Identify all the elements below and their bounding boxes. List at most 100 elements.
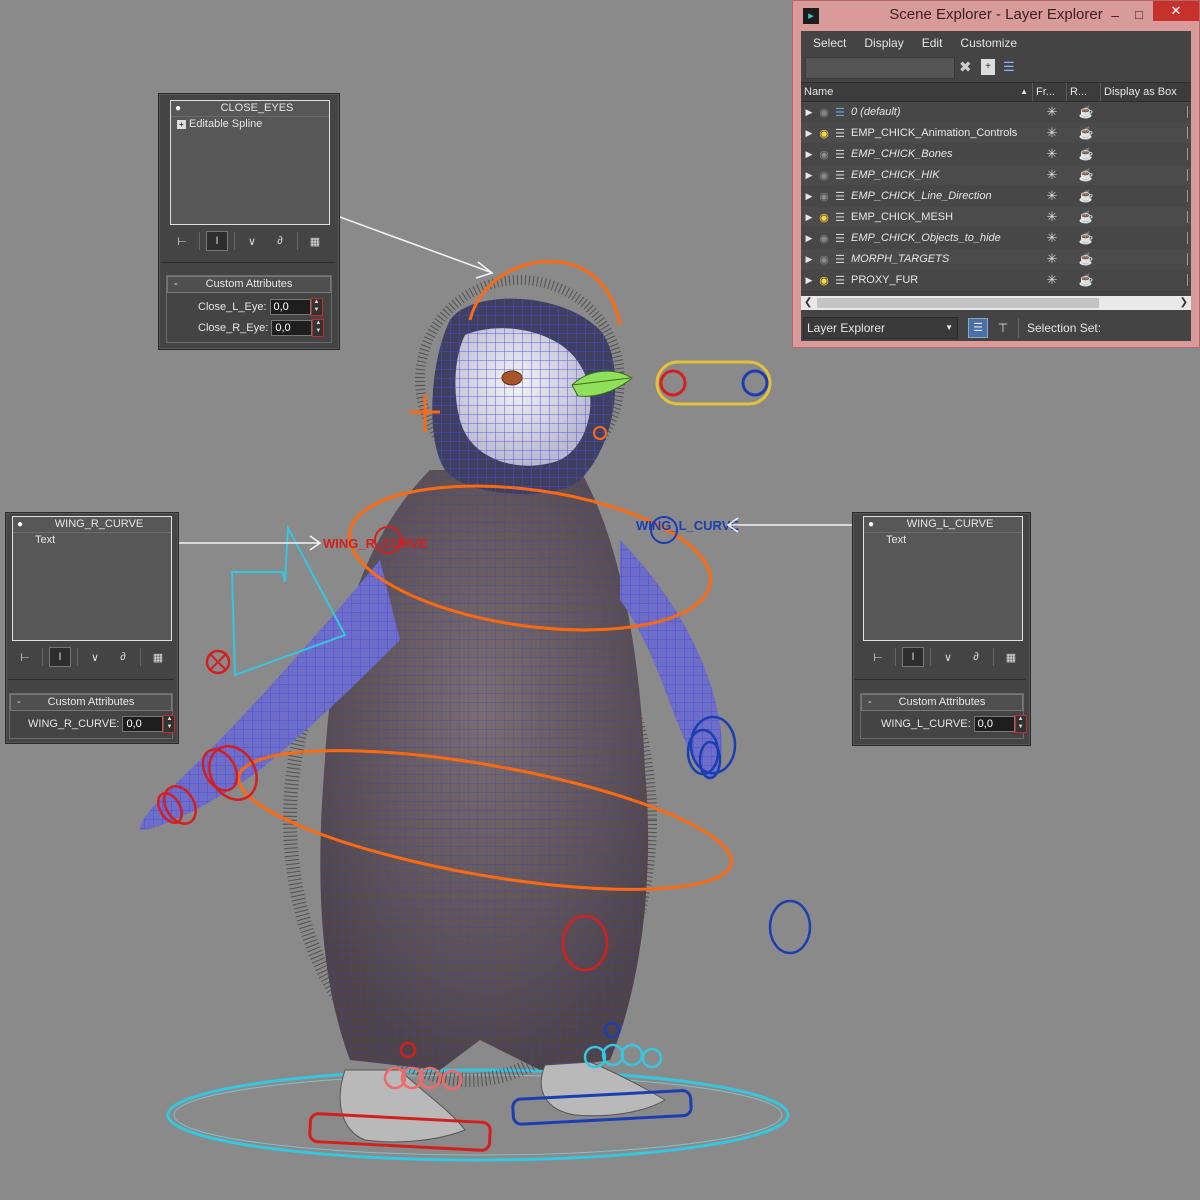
light-bulb-icon[interactable]: ◉: [817, 127, 831, 140]
display-as-box-checkbox[interactable]: [1181, 232, 1188, 244]
layers-edit-icon[interactable]: ☰: [1003, 59, 1015, 75]
modifier-stack-object-row[interactable]: ● WING_R_CURVE: [13, 517, 171, 533]
add-layer-icon[interactable]: +: [981, 59, 995, 75]
light-bulb-icon[interactable]: ◉: [817, 169, 831, 182]
make-unique-icon[interactable]: ∨: [84, 647, 106, 667]
modifier-stack-object-row[interactable]: ● CLOSE_EYES: [171, 101, 329, 117]
column-display-as-box[interactable]: Display as Box: [1101, 83, 1191, 101]
expand-arrow-icon[interactable]: ▶: [801, 128, 817, 139]
freeze-icon[interactable]: ✳: [1035, 104, 1069, 120]
expand-arrow-icon[interactable]: ▶: [801, 233, 817, 244]
column-render[interactable]: R...: [1067, 83, 1101, 101]
layer-row[interactable]: ▶ ◉ ☰ PROXY_FUR ✳ ☕: [801, 270, 1191, 291]
light-bulb-icon[interactable]: ◉: [817, 148, 831, 161]
display-as-box-checkbox[interactable]: [1181, 274, 1188, 286]
freeze-icon[interactable]: ✳: [1035, 230, 1069, 246]
knee-l-control[interactable]: [768, 899, 812, 955]
freeze-icon[interactable]: ✳: [1035, 251, 1069, 267]
clear-search-icon[interactable]: ✖: [959, 58, 972, 76]
freeze-icon[interactable]: ✳: [1035, 125, 1069, 141]
expand-arrow-icon[interactable]: ▶: [801, 254, 817, 265]
menu-display[interactable]: Display: [864, 36, 903, 50]
ik-target-control[interactable]: [205, 649, 231, 675]
horizontal-scrollbar[interactable]: ❮ ❯: [801, 296, 1191, 310]
wing-l-curve-spinner[interactable]: 0,0 ▲ ▼: [973, 715, 1027, 733]
rollout-header[interactable]: - Custom Attributes: [10, 694, 172, 711]
freeze-icon[interactable]: ✳: [1035, 272, 1069, 288]
scroll-left-icon[interactable]: ❮: [804, 296, 812, 310]
pin-stack-icon[interactable]: ⊢: [867, 647, 889, 667]
rollout-header[interactable]: - Custom Attributes: [861, 694, 1023, 711]
light-bulb-icon[interactable]: ◉: [817, 232, 831, 245]
menu-customize[interactable]: Customize: [960, 36, 1017, 50]
expand-arrow-icon[interactable]: ▶: [801, 107, 817, 118]
bulb-icon[interactable]: ●: [13, 517, 27, 532]
rollout-header[interactable]: - Custom Attributes: [167, 276, 331, 293]
render-teapot-icon[interactable]: ☕: [1069, 273, 1103, 287]
layer-row[interactable]: ▶ ◉ ☰ EMP_CHICK_Line_Direction ✳ ☕: [801, 186, 1191, 207]
remove-modifier-icon[interactable]: ∂: [965, 647, 987, 667]
close-l-eye-spinner[interactable]: 0,0 ▲ ▼: [269, 298, 323, 316]
make-unique-icon[interactable]: ∨: [241, 231, 263, 251]
menu-select[interactable]: Select: [813, 36, 846, 50]
menu-edit[interactable]: Edit: [922, 36, 943, 50]
render-teapot-icon[interactable]: ☕: [1069, 252, 1103, 266]
layer-row[interactable]: ▶ ◉ ☰ EMP_CHICK_Bones ✳ ☕: [801, 144, 1191, 165]
pin-stack-icon[interactable]: ⊢: [171, 231, 193, 251]
configure-modifier-sets-icon[interactable]: ▦: [304, 231, 326, 251]
modifier-stack[interactable]: ● CLOSE_EYES + Editable Spline: [170, 100, 330, 225]
layer-list[interactable]: ▶ ◉ ☰ 0 (default) ✳ ☕ ▶ ◉ ☰ EMP_CHICK_Animation_C…: [801, 102, 1191, 292]
light-bulb-icon[interactable]: ◉: [817, 106, 831, 119]
expand-arrow-icon[interactable]: ▶: [801, 212, 817, 223]
remove-modifier-icon[interactable]: ∂: [112, 647, 134, 667]
render-teapot-icon[interactable]: ☕: [1069, 105, 1103, 119]
display-as-box-checkbox[interactable]: [1181, 253, 1188, 265]
window-titlebar[interactable]: ▸ Scene Explorer - Layer Explorer – □ ✕: [793, 1, 1199, 31]
render-teapot-icon[interactable]: ☕: [1069, 147, 1103, 161]
pin-stack-icon[interactable]: ⊢: [14, 647, 36, 667]
scroll-thumb[interactable]: [817, 298, 1099, 308]
maximize-icon[interactable]: □: [1135, 1, 1143, 29]
display-as-box-checkbox[interactable]: [1181, 148, 1188, 160]
display-as-box-checkbox[interactable]: [1181, 211, 1188, 223]
freeze-icon[interactable]: ✳: [1035, 188, 1069, 204]
column-name[interactable]: Name ▲: [801, 83, 1033, 101]
search-input[interactable]: [805, 57, 955, 79]
render-teapot-icon[interactable]: ☕: [1069, 189, 1103, 203]
display-as-box-checkbox[interactable]: [1181, 190, 1188, 202]
light-bulb-icon[interactable]: ◉: [817, 190, 831, 203]
configure-modifier-sets-icon[interactable]: ▦: [1000, 647, 1022, 667]
modifier-stack-object-row[interactable]: ● WING_L_CURVE: [864, 517, 1022, 533]
display-as-box-checkbox[interactable]: [1181, 127, 1188, 139]
minimize-icon[interactable]: –: [1111, 1, 1119, 29]
modifier-stack-row[interactable]: + Editable Spline: [171, 117, 329, 132]
wing-r-curve-spinner[interactable]: 0,0 ▲ ▼: [122, 715, 176, 733]
modifier-stack-row[interactable]: Text: [864, 533, 1022, 548]
layer-row[interactable]: ▶ ◉ ☰ EMP_CHICK_HIK ✳ ☕: [801, 165, 1191, 186]
render-teapot-icon[interactable]: ☕: [1069, 231, 1103, 245]
expand-arrow-icon[interactable]: ▶: [801, 149, 817, 160]
show-end-result-icon[interactable]: I: [49, 647, 71, 667]
penguin-mesh[interactable]: [140, 298, 722, 1143]
display-as-box-checkbox[interactable]: [1181, 169, 1188, 181]
expand-arrow-icon[interactable]: ▶: [801, 170, 817, 181]
bulb-icon[interactable]: ●: [171, 101, 185, 116]
light-bulb-icon[interactable]: ◉: [817, 274, 831, 287]
modifier-stack-row[interactable]: Text: [13, 533, 171, 548]
display-as-box-checkbox[interactable]: [1181, 106, 1188, 118]
light-bulb-icon[interactable]: ◉: [817, 211, 831, 224]
layer-row[interactable]: ▶ ◉ ☰ EMP_CHICK_MESH ✳ ☕: [801, 207, 1191, 228]
freeze-icon[interactable]: ✳: [1035, 167, 1069, 183]
configure-modifier-sets-icon[interactable]: ▦: [147, 647, 169, 667]
light-bulb-icon[interactable]: ◉: [817, 253, 831, 266]
layer-row[interactable]: ▶ ◉ ☰ 0 (default) ✳ ☕: [801, 102, 1191, 123]
modifier-stack[interactable]: ● WING_R_CURVE Text: [12, 516, 172, 641]
scroll-right-icon[interactable]: ❯: [1180, 296, 1188, 310]
layer-row[interactable]: ▶ ◉ ☰ MORPH_TARGETS ✳ ☕: [801, 249, 1191, 270]
hierarchy-mode-icon[interactable]: ⊤: [994, 319, 1012, 337]
render-teapot-icon[interactable]: ☕: [1069, 168, 1103, 182]
render-teapot-icon[interactable]: ☕: [1069, 210, 1103, 224]
modifier-stack[interactable]: ● WING_L_CURVE Text: [863, 516, 1023, 641]
show-end-result-icon[interactable]: I: [206, 231, 228, 251]
close-icon[interactable]: ✕: [1153, 1, 1199, 21]
